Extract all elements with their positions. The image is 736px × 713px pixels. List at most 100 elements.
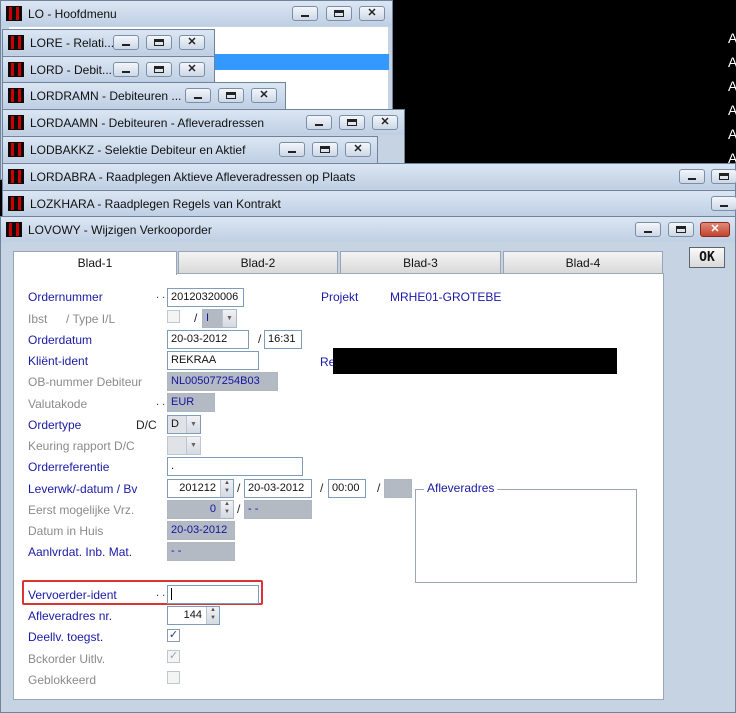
minimize-icon[interactable]	[635, 222, 661, 237]
window-title: LOZKHARA - Raadplegen Regels van Kontrak…	[30, 197, 281, 211]
ordertype-select[interactable]: D ▼	[167, 415, 201, 434]
close-icon[interactable]: ✕	[372, 115, 398, 130]
maximize-icon[interactable]	[339, 115, 365, 130]
maximize-icon[interactable]	[312, 142, 338, 157]
vervoerder-field[interactable]	[167, 585, 259, 604]
close-icon[interactable]: ✕	[700, 222, 730, 237]
deellv-checkbox[interactable]: ✓	[167, 629, 180, 642]
spinner-icon[interactable]	[220, 480, 233, 497]
app-icon	[6, 6, 22, 21]
type-value: I	[206, 312, 210, 324]
eerst-field: 0	[167, 500, 234, 519]
maximize-icon[interactable]	[668, 222, 694, 237]
orderdatum-date-field[interactable]: 20-03-2012	[167, 330, 249, 349]
afleveradres-group: Afleveradres	[415, 481, 637, 583]
tab-blad-2[interactable]: Blad-2	[178, 251, 338, 274]
edge-glyph: A	[728, 150, 736, 166]
app-icon	[8, 169, 24, 184]
backorder-checkbox[interactable]: ✓	[167, 650, 180, 663]
app-icon	[8, 88, 24, 103]
minimize-icon[interactable]	[113, 62, 139, 77]
keuring-select[interactable]: ▼	[167, 436, 201, 455]
minimize-icon[interactable]	[113, 35, 139, 50]
close-icon[interactable]: ✕	[179, 62, 205, 77]
separator: /	[237, 481, 241, 495]
text-cursor	[171, 588, 172, 601]
title-bar[interactable]: LO - Hoofdmenu ✕	[1, 1, 392, 26]
maximize-icon[interactable]	[146, 62, 172, 77]
title-bar[interactable]: LODBAKKZ - Selektie Debiteur en Aktief ✕	[3, 137, 377, 162]
title-bar[interactable]: LORD - Debit... ✕	[3, 57, 214, 82]
backorder-label: Bckorder Uitlv.	[28, 652, 106, 666]
geblokkeerd-checkbox[interactable]	[167, 671, 180, 684]
ok-button[interactable]: OK	[689, 247, 725, 268]
app-icon	[8, 35, 24, 50]
window-title: LORE - Relati...	[30, 36, 115, 50]
minimize-icon[interactable]	[679, 169, 705, 184]
ordernummer-field[interactable]: 20120320006	[167, 288, 244, 307]
minimize-icon[interactable]	[279, 142, 305, 157]
leverwk-week-field[interactable]: 201212	[167, 479, 234, 498]
window-title: LORDAAMN - Debiteuren - Afleveradressen	[30, 116, 265, 130]
projekt-value: MRHE01-GROTEBE	[390, 290, 502, 304]
edge-glyph: A	[728, 30, 736, 46]
close-icon[interactable]: ✕	[345, 142, 371, 157]
orderreferentie-label: Orderreferentie	[28, 460, 110, 474]
title-bar[interactable]: LORDAAMN - Debiteuren - Afleveradressen …	[3, 110, 404, 135]
title-bar[interactable]: LOVOWY - Wijzigen Verkooporder ✕	[1, 217, 735, 242]
separator: /	[194, 311, 198, 325]
title-bar[interactable]: LOZKHARA - Raadplegen Regels van Kontrak…	[3, 191, 736, 216]
app-icon	[8, 196, 24, 211]
maximize-icon[interactable]	[326, 6, 352, 21]
edge-glyph: A	[728, 126, 736, 142]
aanlvrdat-field: - -	[167, 542, 235, 561]
selected-menu-row[interactable]	[206, 54, 389, 70]
leverwk-time-field[interactable]: 00:00	[328, 479, 366, 498]
separator: /	[320, 481, 324, 495]
valutakode-label: Valutakode	[28, 397, 88, 411]
title-bar[interactable]: LORDRAMN - Debiteuren ... ✕	[3, 83, 285, 108]
close-icon[interactable]: ✕	[359, 6, 385, 21]
dots: . .	[156, 289, 166, 301]
type-label: / Type I/L	[66, 312, 116, 326]
window-title: LORD - Debit...	[30, 63, 113, 77]
chevron-down-icon[interactable]: ▼	[186, 437, 200, 454]
orderdatum-time-field[interactable]: 16:31	[264, 330, 302, 349]
minimize-icon[interactable]	[711, 196, 736, 211]
chevron-down-icon[interactable]: ▼	[222, 310, 236, 327]
vervoerder-label: Vervoerder-ident	[28, 588, 117, 602]
title-bar[interactable]: LORE - Relati... ✕	[3, 30, 214, 55]
edge-glyph: A	[728, 78, 736, 94]
redacted-area	[333, 348, 617, 374]
window-title: LORDRAMN - Debiteuren ...	[30, 89, 182, 103]
geblokkeerd-label: Geblokkeerd	[28, 673, 97, 687]
maximize-icon[interactable]	[146, 35, 172, 50]
klient-field[interactable]: REKRAA	[167, 351, 259, 370]
tab-blad-4[interactable]: Blad-4	[503, 251, 663, 274]
eerst-date-field: - -	[244, 500, 312, 519]
minimize-icon[interactable]	[292, 6, 318, 21]
close-icon[interactable]: ✕	[179, 35, 205, 50]
window-title: LO - Hoofdmenu	[28, 7, 117, 21]
orderreferentie-field[interactable]: .	[167, 457, 303, 476]
tab-blad-1[interactable]: Blad-1	[13, 251, 177, 275]
ibst-checkbox[interactable]	[167, 310, 180, 323]
afleveradres-group-label: Afleveradres	[424, 481, 498, 495]
chevron-down-icon[interactable]: ▼	[186, 416, 200, 433]
tab-blad-3[interactable]: Blad-3	[340, 251, 501, 274]
afleveradres-nr-field[interactable]: 144	[167, 606, 220, 625]
datum-in-huis-label: Datum in Huis	[28, 524, 104, 538]
window-title: LORDABRA - Raadplegen Aktieve Afleveradr…	[30, 170, 356, 184]
close-icon[interactable]: ✕	[251, 88, 277, 103]
app-icon	[8, 62, 24, 77]
minimize-icon[interactable]	[185, 88, 211, 103]
title-bar[interactable]: LORDABRA - Raadplegen Aktieve Afleveradr…	[3, 164, 736, 189]
maximize-icon[interactable]	[218, 88, 244, 103]
spinner-icon[interactable]	[206, 607, 219, 624]
leverwk-date-field[interactable]: 20-03-2012	[244, 479, 312, 498]
afleveradres-nr-label: Afleveradres nr.	[28, 609, 113, 623]
orderdatum-label: Orderdatum	[28, 333, 93, 347]
maximize-icon[interactable]	[711, 169, 736, 184]
minimize-icon[interactable]	[306, 115, 332, 130]
type-select[interactable]: I ▼	[202, 309, 237, 328]
